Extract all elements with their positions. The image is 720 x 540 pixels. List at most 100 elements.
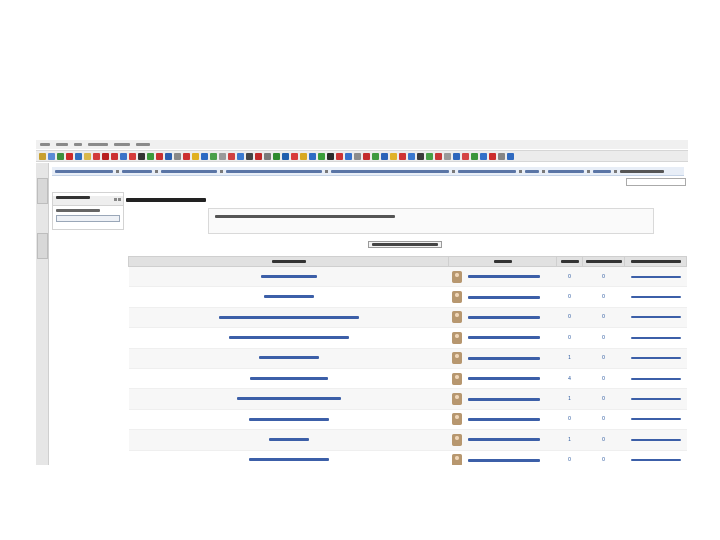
avatar[interactable] <box>451 393 462 406</box>
unread-count[interactable]: 0 <box>582 368 625 390</box>
addon-green-icon[interactable] <box>210 152 217 160</box>
table-row[interactable]: 00 <box>128 450 687 465</box>
block-move-icon[interactable] <box>118 198 121 201</box>
topic-link[interactable] <box>248 417 329 421</box>
unread-count[interactable]: 0 <box>582 327 625 349</box>
unread-count[interactable]: 0 <box>582 286 625 308</box>
table-row[interactable]: 00 <box>128 266 687 288</box>
topic-link[interactable] <box>263 295 314 299</box>
table-row[interactable]: 10 <box>128 388 687 410</box>
addon-green-icon[interactable] <box>372 152 379 160</box>
add-topic-button[interactable] <box>368 241 442 248</box>
addon-blue-icon[interactable] <box>237 152 244 160</box>
forum-search-input[interactable] <box>626 178 686 186</box>
menu-item[interactable] <box>114 143 130 146</box>
unread-count[interactable]: 0 <box>582 429 625 451</box>
breadcrumb-link[interactable] <box>122 169 152 173</box>
author-link[interactable] <box>467 356 540 360</box>
bookmark-icon[interactable] <box>84 152 91 160</box>
addon-dark-icon[interactable] <box>246 152 253 160</box>
table-row[interactable]: 00 <box>128 286 687 308</box>
avatar[interactable] <box>451 413 462 426</box>
breadcrumb-link[interactable] <box>331 169 449 173</box>
addon-blue-icon[interactable] <box>453 152 460 160</box>
addon-red-icon[interactable] <box>93 152 100 160</box>
reload-icon[interactable] <box>57 152 64 160</box>
addon-red-icon[interactable] <box>255 152 262 160</box>
addon-blue-icon[interactable] <box>345 152 352 160</box>
topic-link[interactable] <box>228 336 349 340</box>
addon-red-icon[interactable] <box>111 152 118 160</box>
last-post-link[interactable] <box>630 377 681 380</box>
avatar[interactable] <box>451 291 462 304</box>
addon-yellow-icon[interactable] <box>390 152 397 160</box>
breadcrumb-link[interactable] <box>548 169 584 173</box>
menu-item[interactable] <box>136 143 150 146</box>
addon-red-icon[interactable] <box>435 152 442 160</box>
addon-blue-icon[interactable] <box>381 152 388 160</box>
addon-grey-icon[interactable] <box>264 152 271 160</box>
addon-blue-icon[interactable] <box>282 152 289 160</box>
last-post-link[interactable] <box>630 357 681 360</box>
column-header-unread[interactable] <box>582 256 625 267</box>
author-link[interactable] <box>467 458 540 462</box>
last-post-link[interactable] <box>630 316 681 319</box>
breadcrumb-link[interactable] <box>458 169 516 173</box>
addon-grey-icon[interactable] <box>219 152 226 160</box>
unread-count[interactable]: 0 <box>582 409 625 431</box>
breadcrumb-link[interactable] <box>161 169 217 173</box>
avatar[interactable] <box>451 372 462 385</box>
addon-green-icon[interactable] <box>426 152 433 160</box>
addon-dark-icon[interactable] <box>327 152 334 160</box>
table-row[interactable]: 00 <box>128 409 687 431</box>
side-block-select[interactable] <box>56 215 120 222</box>
author-link[interactable] <box>467 275 540 279</box>
addon-red-icon[interactable] <box>129 152 136 160</box>
addon-red-icon[interactable] <box>183 152 190 160</box>
menu-item[interactable] <box>88 143 108 146</box>
addon-green-icon[interactable] <box>273 152 280 160</box>
back-icon[interactable] <box>39 152 46 160</box>
block-hide-icon[interactable] <box>114 198 117 201</box>
addon-green-icon[interactable] <box>471 152 478 160</box>
addon-grey-icon[interactable] <box>498 152 505 160</box>
author-link[interactable] <box>467 295 540 299</box>
avatar[interactable] <box>451 454 462 465</box>
column-header-last-post[interactable] <box>624 256 687 267</box>
home-icon[interactable] <box>75 152 82 160</box>
sidebar-tab[interactable] <box>37 178 48 204</box>
stop-icon[interactable] <box>66 152 73 160</box>
forward-icon[interactable] <box>48 152 55 160</box>
addon-yellow-icon[interactable] <box>300 152 307 160</box>
author-link[interactable] <box>467 377 540 381</box>
addon-grey-icon[interactable] <box>444 152 451 160</box>
addon-blue-icon[interactable] <box>408 152 415 160</box>
unread-count[interactable]: 0 <box>582 307 625 329</box>
addon-dark-icon[interactable] <box>417 152 424 160</box>
addon-blue-icon[interactable] <box>309 152 316 160</box>
addon-grey-icon[interactable] <box>174 152 181 160</box>
author-link[interactable] <box>467 397 540 401</box>
table-row[interactable]: 10 <box>128 429 687 451</box>
addon-red-icon[interactable] <box>156 152 163 160</box>
addon-blue-icon[interactable] <box>201 152 208 160</box>
addon-dark-icon[interactable] <box>138 152 145 160</box>
addon-red-icon[interactable] <box>291 152 298 160</box>
unread-count[interactable]: 0 <box>582 450 625 465</box>
column-header-started-by[interactable] <box>448 256 557 267</box>
avatar[interactable] <box>451 331 462 344</box>
addon-red-icon[interactable] <box>228 152 235 160</box>
unread-count[interactable]: 0 <box>582 388 625 410</box>
column-header-topic[interactable] <box>128 256 449 267</box>
author-link[interactable] <box>467 438 540 442</box>
addon-blue-icon[interactable] <box>165 152 172 160</box>
last-post-link[interactable] <box>630 398 681 401</box>
breadcrumb-link[interactable] <box>593 169 611 173</box>
addon-red-icon[interactable] <box>462 152 469 160</box>
last-post-link[interactable] <box>630 296 681 299</box>
topic-link[interactable] <box>236 397 341 401</box>
table-row[interactable]: 00 <box>128 327 687 349</box>
addon-red-icon[interactable] <box>489 152 496 160</box>
breadcrumb-link[interactable] <box>226 169 322 173</box>
addon-green-icon[interactable] <box>318 152 325 160</box>
